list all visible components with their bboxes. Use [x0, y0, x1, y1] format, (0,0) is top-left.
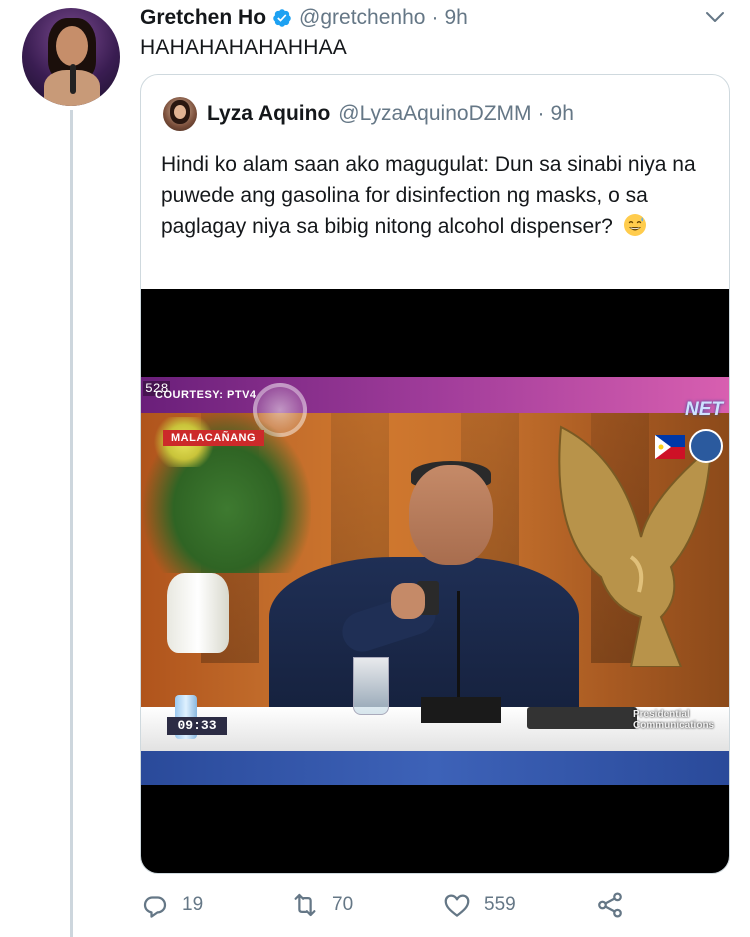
- quoted-header: Lyza Aquino @LyzaAquinoDZMM · 9h: [163, 97, 574, 131]
- author-name[interactable]: Gretchen Ho: [140, 6, 266, 30]
- microphone-base: [421, 697, 501, 723]
- chevron-down-icon[interactable]: [704, 8, 726, 26]
- water-glass: [353, 657, 389, 715]
- retweet-icon: [294, 893, 316, 917]
- reply-icon: [143, 896, 167, 918]
- share-button[interactable]: [595, 890, 625, 920]
- speaker-hand: [391, 583, 425, 619]
- video-frame: 528 COURTESY: PTV4 MALACAÑANG NET 09:33 …: [141, 377, 729, 785]
- retweet-button[interactable]: 70: [290, 890, 353, 920]
- like-button[interactable]: 559: [442, 890, 516, 920]
- quoted-avatar-face: [174, 105, 186, 119]
- quoted-text-block: Hindi ko alam saan ako magugulat: Dun sa…: [161, 149, 713, 242]
- reply-count: 19: [182, 894, 204, 915]
- verified-badge-icon: [273, 9, 291, 27]
- channel-logo: NET: [685, 399, 723, 420]
- author-handle[interactable]: @gretchenho: [299, 6, 425, 30]
- speaker-head: [409, 465, 493, 565]
- courtesy-label: COURTESY: PTV4: [155, 389, 257, 401]
- desk-device: [527, 707, 637, 729]
- news-ticker: [141, 751, 729, 785]
- video-media[interactable]: 528 COURTESY: PTV4 MALACAÑANG NET 09:33 …: [141, 289, 729, 873]
- podium-microphone: [457, 591, 460, 699]
- separator-dot: ·: [537, 102, 545, 125]
- separator-dot: ·: [431, 6, 439, 29]
- avatar-microphone: [70, 64, 76, 94]
- vase: [167, 573, 229, 653]
- heart-icon: [444, 894, 470, 917]
- philippine-flag-icon: [655, 435, 685, 459]
- share-icon: [598, 892, 622, 918]
- presidential-caption: Presidential Communications: [633, 709, 715, 731]
- quoted-text: Hindi ko alam saan ako magugulat: Dun sa…: [161, 153, 696, 238]
- retweet-count: 70: [332, 894, 354, 915]
- ptv-logo-icon: [689, 429, 723, 463]
- quoted-time: 9h: [550, 102, 574, 125]
- grinning-sweat-emoji-icon: [623, 214, 646, 236]
- quoted-author-handle: @LyzaAquinoDZMM: [338, 102, 532, 125]
- reply-button[interactable]: 19: [140, 890, 203, 920]
- location-tag: MALACAÑANG: [163, 430, 265, 446]
- action-bar: 19 70 559: [140, 890, 640, 926]
- author-avatar[interactable]: [22, 8, 120, 106]
- tweet-header: Gretchen Ho @gretchenho · 9h: [140, 6, 468, 30]
- thread-line: [70, 110, 73, 937]
- like-count: 559: [484, 894, 516, 915]
- broadcast-clock: 09:33: [167, 717, 227, 735]
- quoted-author-avatar: [163, 97, 197, 131]
- avatar-face: [56, 26, 88, 66]
- tweet-time[interactable]: 9h: [444, 6, 467, 30]
- quoted-author-name: Lyza Aquino: [207, 102, 331, 125]
- quoted-tweet[interactable]: Lyza Aquino @LyzaAquinoDZMM · 9h Hindi k…: [140, 74, 730, 874]
- tweet-text: HAHAHAHAHAHHAA: [140, 36, 348, 59]
